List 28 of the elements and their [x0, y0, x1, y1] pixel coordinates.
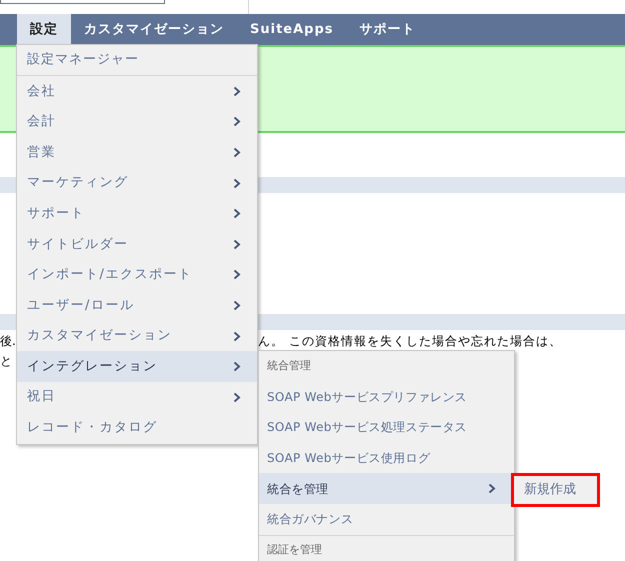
body-text: ん。 この資格情報を失くした場合や忘れた場合は、 — [258, 333, 562, 350]
menu-item[interactable]: 新規作成 — [511, 473, 600, 507]
menu-item[interactable]: サポート — [17, 198, 257, 229]
body-text: 後. — [0, 333, 16, 350]
menu-heading: 認証を管理 — [259, 534, 514, 561]
menu-item[interactable]: SOAP Webサービスプリファレンス — [259, 382, 514, 412]
menu-item[interactable]: マーケティング — [17, 168, 257, 198]
menu-item[interactable]: カスタマイゼーション — [17, 320, 257, 352]
menu-item[interactable]: サイトビルダー — [17, 228, 257, 260]
menu-item[interactable]: レコード・カタログ — [17, 412, 257, 444]
menu-item[interactable]: 会計 — [17, 106, 257, 138]
menu-heading: 統合管理 — [266, 358, 312, 374]
menu-item[interactable]: 統合ガバナンス — [259, 504, 514, 535]
menu-item[interactable]: 設定マネージャー — [17, 45, 257, 76]
menu-item[interactable]: SOAP Webサービス使用ログ — [259, 442, 514, 474]
menu-item[interactable]: 会社 — [17, 76, 257, 107]
nav-tab[interactable]: カスタマイゼーション — [71, 14, 237, 45]
nav-tab[interactable]: 設定 — [17, 14, 71, 45]
menu-item[interactable]: 祝日 — [17, 382, 257, 413]
body-text: と — [0, 353, 12, 370]
menu-item[interactable]: インテグレーション — [17, 351, 257, 382]
menu-item[interactable]: ユーザー/ロール — [17, 290, 257, 321]
menu-item[interactable]: インポート/エクスポート — [17, 260, 257, 290]
menu-item[interactable]: 統合を管理 — [259, 473, 514, 504]
menu-item[interactable]: SOAP Webサービス処理ステータス — [259, 412, 514, 443]
nav-tab[interactable]: サポート — [346, 14, 429, 45]
nav-tab[interactable]: SuiteApps — [237, 14, 347, 45]
menu-item[interactable]: 営業 — [17, 137, 257, 168]
